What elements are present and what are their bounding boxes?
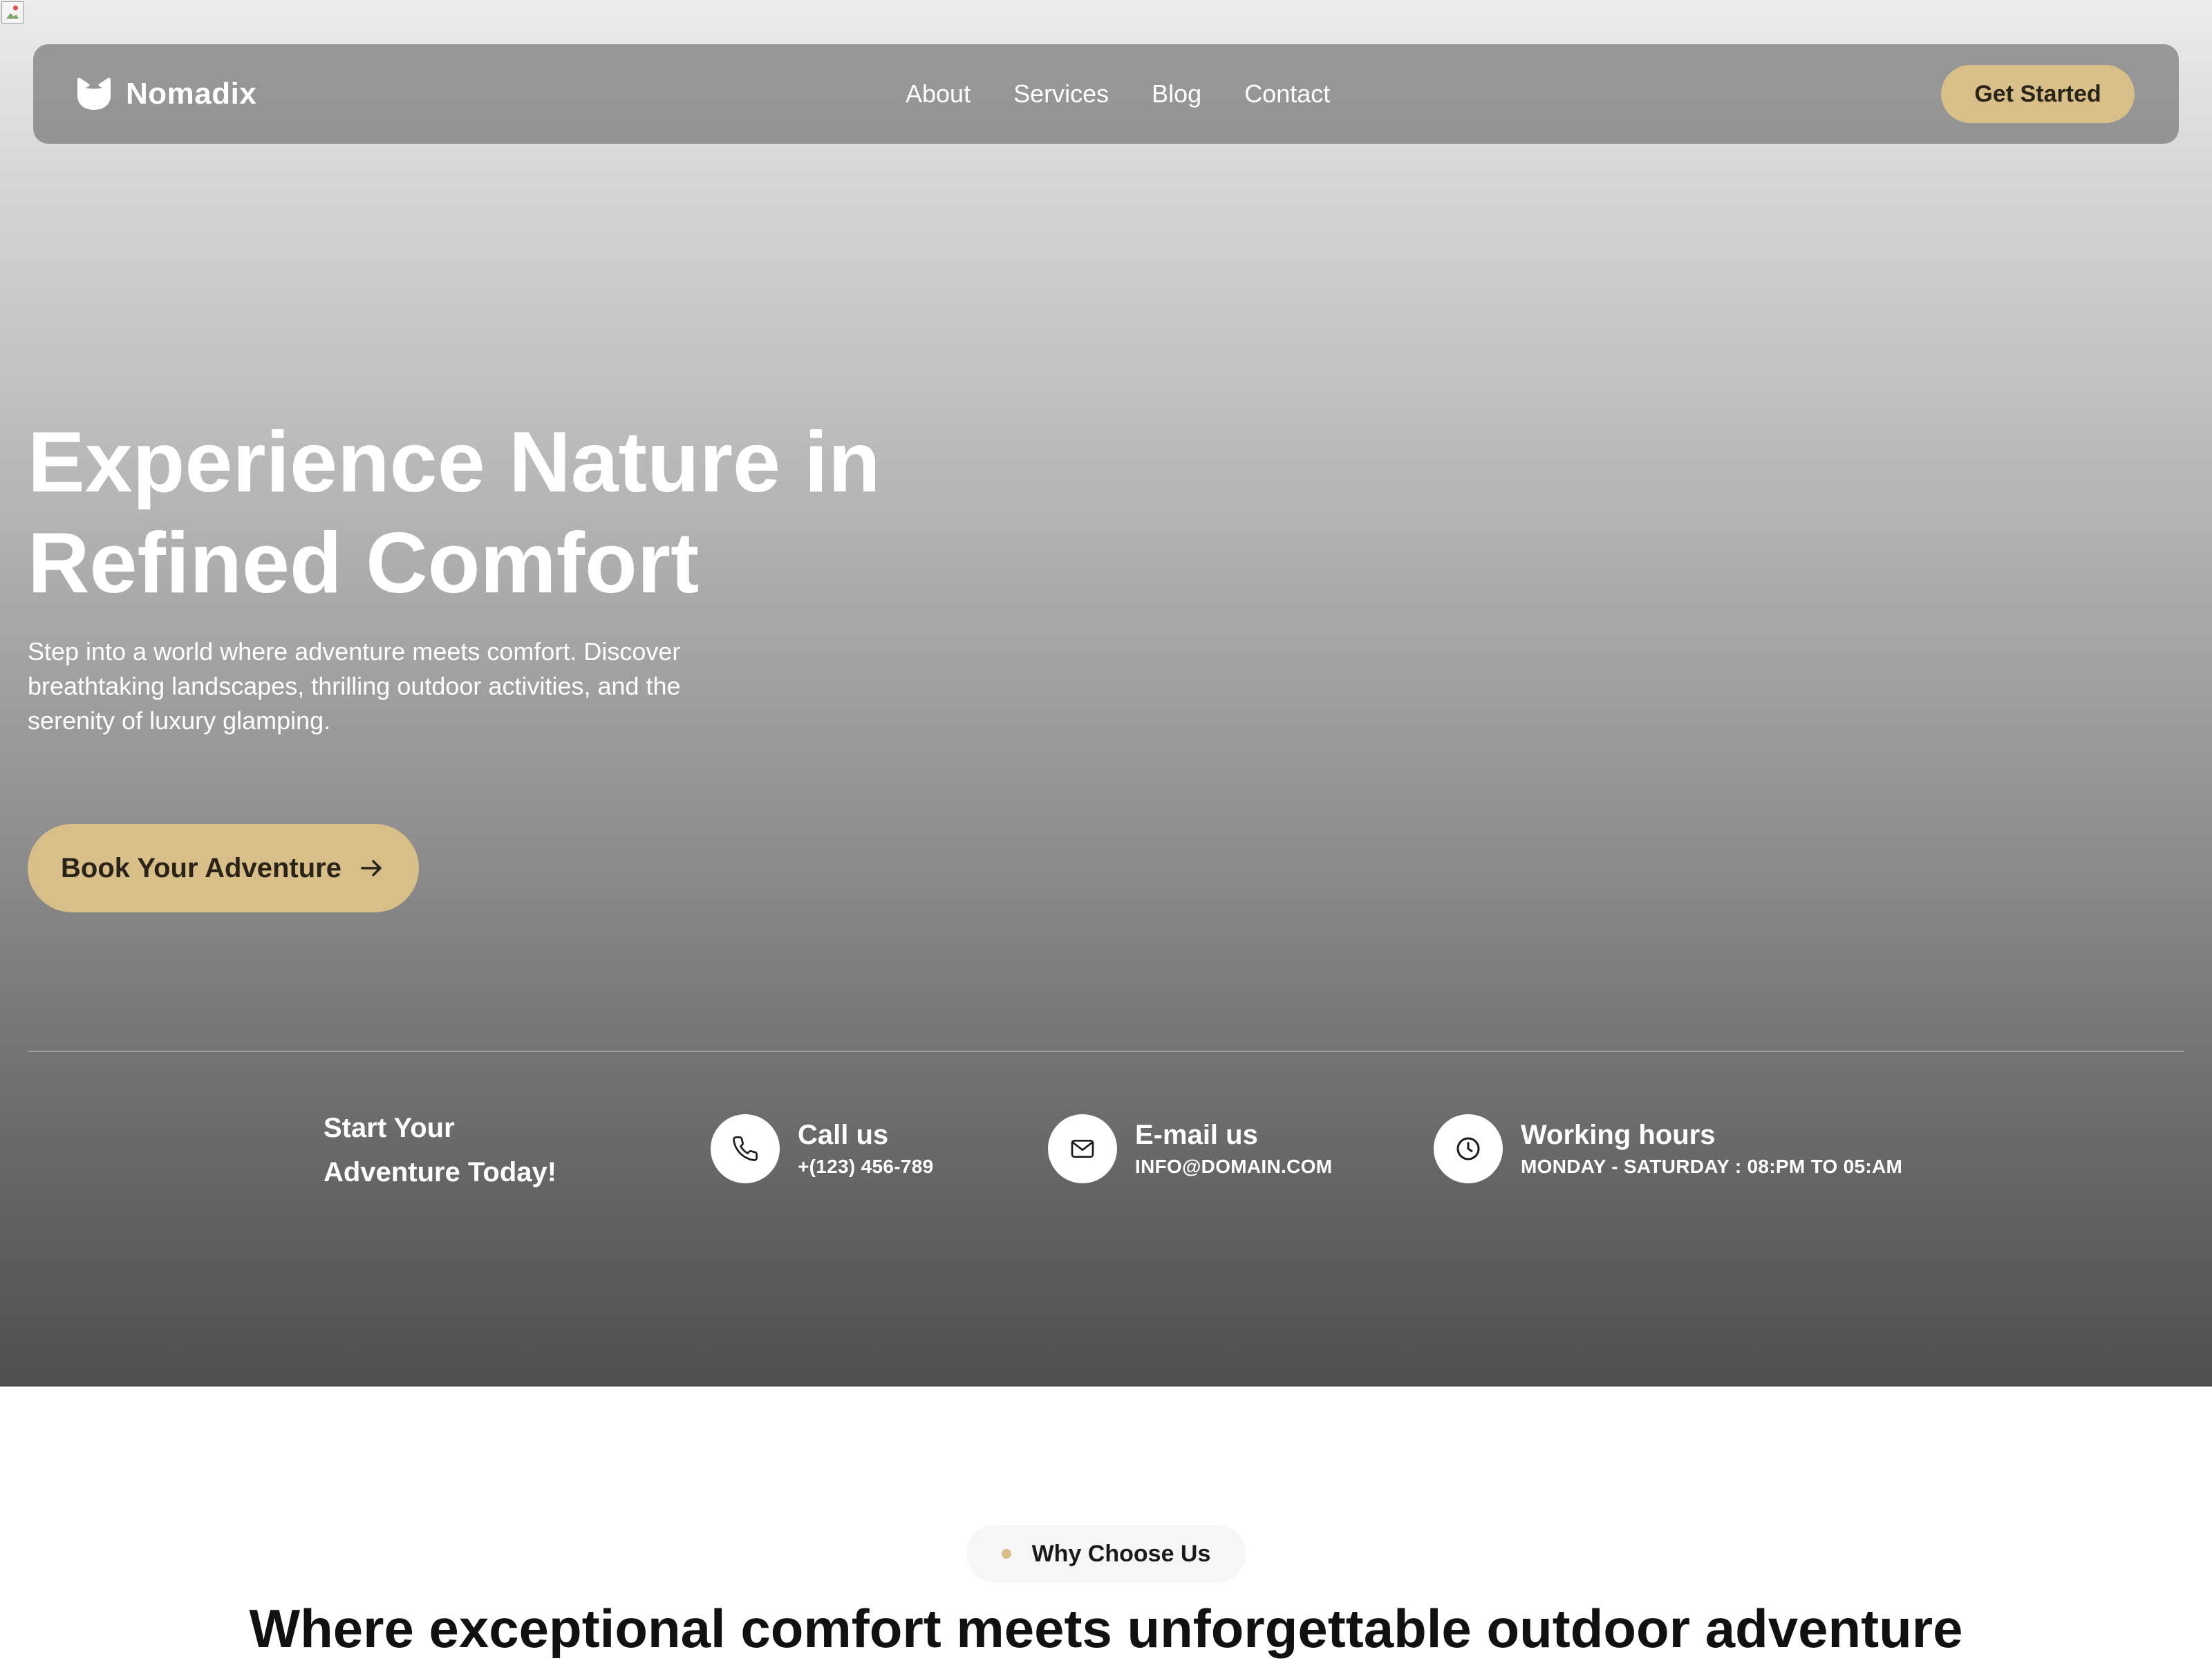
- contact-hours-label: Working hours: [1521, 1120, 1716, 1150]
- hero-divider: [28, 1051, 2184, 1052]
- contact-hours-value: MONDAY - SATURDAY : 08:PM TO 05:AM: [1521, 1156, 1903, 1177]
- nav-link-services[interactable]: Services: [1013, 79, 1109, 109]
- contact-email[interactable]: E-mail us INFO@DOMAIN.COM: [1048, 1114, 1332, 1183]
- badge-dot-icon: [1001, 1549, 1011, 1559]
- hero-title-line2: Refined Comfort: [28, 516, 700, 611]
- contact-email-value: INFO@DOMAIN.COM: [1135, 1156, 1333, 1177]
- nav-link-about[interactable]: About: [906, 79, 971, 109]
- nav-link-contact[interactable]: Contact: [1244, 79, 1330, 109]
- mail-icon: [1071, 1140, 1094, 1158]
- mail-icon-circle: [1048, 1114, 1117, 1183]
- hero-title: Experience Nature in Refined Comfort: [28, 412, 995, 614]
- navbar: Nomadix About Services Blog Contact Get …: [33, 44, 2179, 144]
- why-choose-us-text: Why Choose Us: [1031, 1540, 1211, 1567]
- hero-title-line1: Experience Nature in: [28, 415, 881, 510]
- start-adventure-text: Start Your Adventure Today!: [324, 1106, 556, 1194]
- broken-image-icon: [1, 1, 24, 24]
- start-line2: Adventure Today!: [324, 1157, 557, 1187]
- contact-hours: Working hours MONDAY - SATURDAY : 08:PM …: [1434, 1114, 1902, 1183]
- contact-call[interactable]: Call us +(123) 456-789: [711, 1114, 933, 1183]
- clock-icon: [1456, 1137, 1480, 1161]
- contact-call-label: Call us: [798, 1120, 889, 1150]
- brand-name: Nomadix: [126, 77, 257, 111]
- hero-description: Step into a world where adventure meets …: [28, 637, 681, 735]
- section-title: Where exceptional comfort meets unforget…: [249, 1598, 1963, 1659]
- contact-call-text: Call us +(123) 456-789: [798, 1117, 933, 1181]
- phone-icon: [733, 1136, 758, 1161]
- book-adventure-button[interactable]: Book Your Adventure: [28, 824, 419, 912]
- contact-email-label: E-mail us: [1135, 1120, 1258, 1150]
- phone-icon-circle: [711, 1114, 780, 1183]
- nav-links: About Services Blog Contact: [906, 44, 1330, 144]
- arrow-right-icon: [361, 860, 382, 876]
- nav-link-blog[interactable]: Blog: [1152, 79, 1201, 109]
- contact-email-text: E-mail us INFO@DOMAIN.COM: [1135, 1117, 1332, 1181]
- contact-hours-text: Working hours MONDAY - SATURDAY : 08:PM …: [1521, 1117, 1902, 1181]
- brand-logo-link[interactable]: Nomadix: [76, 72, 256, 116]
- contact-call-value: +(123) 456-789: [798, 1156, 934, 1177]
- nomadix-logo-icon: [77, 77, 111, 110]
- why-choose-us-badge: Why Choose Us: [966, 1525, 1246, 1583]
- book-adventure-label: Book Your Adventure: [61, 852, 341, 883]
- start-line1: Start Your: [324, 1113, 455, 1143]
- hero-section: Nomadix About Services Blog Contact Get …: [0, 0, 2212, 1387]
- clock-icon-circle: [1434, 1114, 1503, 1183]
- get-started-button[interactable]: Get Started: [1941, 65, 2135, 123]
